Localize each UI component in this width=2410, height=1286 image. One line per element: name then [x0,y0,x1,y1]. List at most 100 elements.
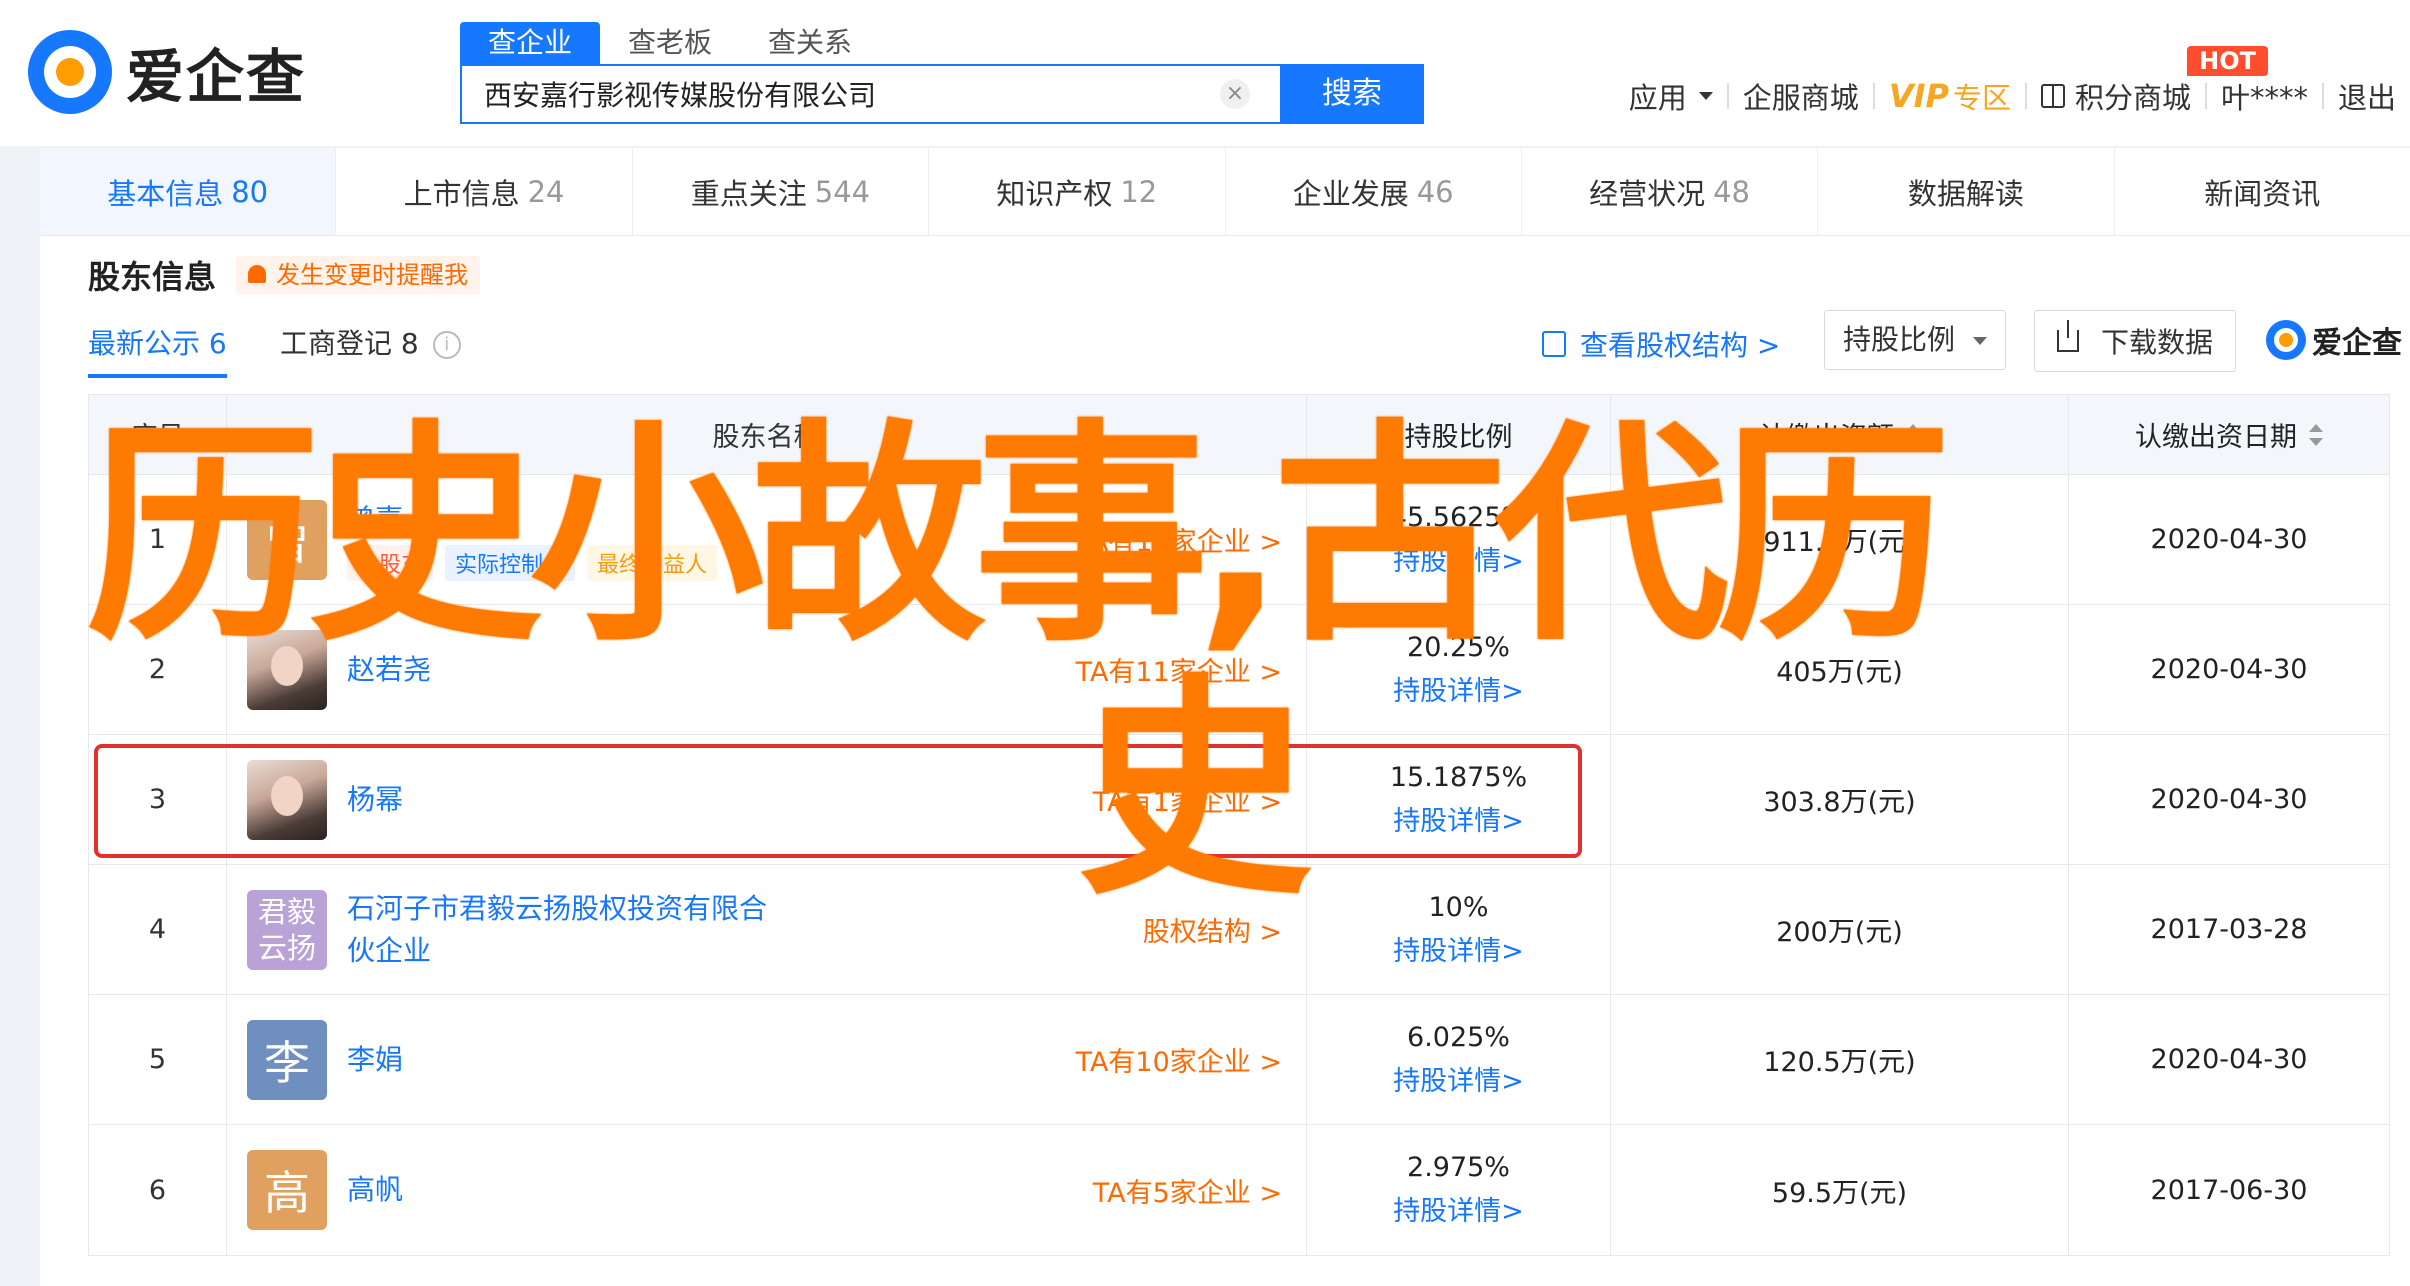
row-ratio: 15.1875% 持股详情> [1307,735,1611,864]
row-name-cell: 李 李娟 TA有10家企业 > [227,995,1307,1124]
nav-app[interactable]: 应用 [1615,75,1727,117]
row-amount: 200万(元) [1611,865,2069,994]
tab-development[interactable]: 企业发展 46 [1226,148,1522,235]
tab-operations[interactable]: 经营状况 48 [1522,148,1819,235]
holder-name-link[interactable]: 曾嘉 [347,499,717,541]
logo-mark-icon [28,30,112,114]
nav-user[interactable]: 叶**** [2207,75,2322,117]
search-tab-boss[interactable]: 查老板 [600,22,740,64]
tab-listing-info[interactable]: 上市信息 24 [336,148,633,235]
nav-vip-zone[interactable]: VIP 专区 [1875,75,2025,117]
nav-points-mall[interactable]: 积分商城 [2027,75,2205,117]
download-data-button[interactable]: 下载数据 [2034,310,2236,372]
row-name-cell: 杨幂 TA有1家企业 > [227,735,1307,864]
row-ratio: 10% 持股详情> [1307,865,1611,994]
equity-structure-link[interactable]: 股权结构 > [1143,910,1282,949]
nav-app-label: 应用 [1628,81,1687,115]
search-type-tabs: 查企业 查老板 查关系 [460,22,880,64]
ratio-value: 15.1875% [1389,761,1528,793]
sort-icon[interactable] [2309,423,2323,446]
row-date: 2017-03-28 [2150,914,2308,945]
clear-icon[interactable]: × [1220,79,1250,109]
download-icon [2057,320,2079,352]
ta-companies-link[interactable]: TA有10家企业 > [1076,1040,1282,1079]
ta-companies-link[interactable]: TA有1家企业 > [1093,780,1282,819]
header-amount[interactable]: 认缴出资额 [1611,395,2069,474]
sort-select[interactable]: 持股比例 [1824,310,2006,370]
holder-name-link[interactable]: 赵若尧 [347,649,431,691]
avatar: 君毅云扬 [247,889,327,970]
table-row: 5 李 李娟 TA有10家企业 > 6.025% 持股详情> 120.5万(元)… [89,995,2389,1125]
avatar-photo [247,629,327,710]
table-header: 序号 股东名称 持股比例 认缴出资额 认缴出资日期 [89,395,2389,475]
vip-zone-label: 专区 [1952,81,2011,115]
holder-name-link[interactable]: 杨幂 [347,779,403,821]
holding-detail-link[interactable]: 持股详情> [1393,1059,1524,1098]
header-date[interactable]: 认缴出资日期 [2069,395,2389,474]
ratio-value: 10% [1428,891,1489,923]
holder-name-link[interactable]: 高帆 [347,1169,403,1211]
ratio-value: 20.25% [1407,631,1510,663]
avatar: 李 [247,1019,327,1100]
tab-latest-disclosure[interactable]: 最新公示 6 [88,322,227,378]
bell-icon [248,265,266,283]
sort-icon[interactable] [1906,423,1920,446]
row-no: 4 [89,865,227,994]
tab-ip[interactable]: 知识产权 12 [929,148,1226,235]
row-amount: 405万(元) [1611,605,2069,734]
row-name-cell: 曾 曾嘉 大股东 实际控制人 最终受益人 TA有16家企业 > [227,475,1307,604]
ta-companies-link[interactable]: TA有5家企业 > [1093,1171,1282,1210]
ratio-value: 6.025% [1407,1021,1510,1053]
row-name-cell: 高 高帆 TA有5家企业 > [227,1125,1307,1255]
holding-detail-link[interactable]: 持股详情> [1393,539,1524,578]
holder-name-link[interactable]: 李娟 [347,1039,403,1081]
structure-icon [1542,331,1566,357]
tab-news[interactable]: 新闻资讯 [2115,148,2410,235]
tab-business-registry[interactable]: 工商登记 8 i [280,322,461,374]
holder-name-link[interactable]: 石河子市君毅云扬股权投资有限合伙企业 [347,888,787,972]
row-no: 1 [89,475,227,604]
row-ratio: 6.025% 持股详情> [1307,995,1611,1124]
chevron-down-icon [1973,337,1987,345]
ta-companies-link[interactable]: TA有11家企业 > [1076,650,1282,689]
holding-detail-link[interactable]: 持股详情> [1393,799,1524,838]
holding-detail-link[interactable]: 持股详情> [1393,929,1524,968]
tab-basic-info[interactable]: 基本信息 80 [40,148,337,235]
table-row: 2 赵若尧 TA有11家企业 > 20.25% 持股详情> 405万(元) 20… [89,605,2389,735]
category-tabs: 基本信息 80 上市信息 24 重点关注 544 知识产权 12 企业发展 46 经营状况… [40,148,2410,236]
view-equity-structure-link[interactable]: 查看股权结构 > [1542,324,1780,364]
row-no: 5 [89,995,227,1124]
info-icon[interactable]: i [432,331,461,359]
table-row: 3 杨幂 TA有1家企业 > 15.1875% 持股详情> 303.8万(元) … [89,735,2389,865]
search-tab-company[interactable]: 查企业 [460,22,601,64]
row-amount: 911.3万(元) [1611,475,2069,604]
row-no: 2 [89,605,227,734]
search-tab-relation[interactable]: 查关系 [740,22,880,64]
header-name: 股东名称 [227,395,1307,474]
site-logo[interactable]: 爱企查 [28,30,306,114]
search-input[interactable] [462,66,1220,122]
holding-detail-link[interactable]: 持股详情> [1393,1189,1524,1228]
tab-business-registry-label: 工商登记 8 [280,327,419,360]
change-remind-button[interactable]: 发生变更时提醒我 [236,256,480,294]
search-button[interactable]: 搜索 [1280,64,1424,124]
nav-service-mall[interactable]: 企服商城 [1729,75,1873,117]
holding-detail-link[interactable]: 持股详情> [1393,669,1524,708]
avatar-photo [247,759,327,840]
table-row: 1 曾 曾嘉 大股东 实际控制人 最终受益人 TA有16家企业 > 45.562… [89,475,2389,605]
search-box: × 搜索 [460,64,1424,124]
nav-logout[interactable]: 退出 [2324,75,2410,117]
row-date: 2020-04-30 [2150,654,2308,685]
row-amount: 120.5万(元) [1611,995,2069,1124]
tab-key-focus[interactable]: 重点关注 544 [633,148,930,235]
ta-companies-link[interactable]: TA有16家企业 > [1076,520,1282,559]
sort-select-value: 持股比例 [1843,323,1956,356]
row-amount: 303.8万(元) [1611,735,2069,864]
remind-label: 发生变更时提醒我 [276,261,468,289]
top-header: 爱企查 查企业 查老板 查关系 × 搜索 HOT 应用 企服商城 VIP 专区 … [0,0,2410,146]
tab-data-insight[interactable]: 数据解读 [1818,148,2115,235]
tag-actual-controller: 实际控制人 [445,544,576,581]
table-row: 6 高 高帆 TA有5家企业 > 2.975% 持股详情> 59.5万(元) 2… [89,1125,2389,1255]
header-ratio: 持股比例 [1307,395,1611,474]
row-date: 2020-04-30 [2150,524,2308,555]
